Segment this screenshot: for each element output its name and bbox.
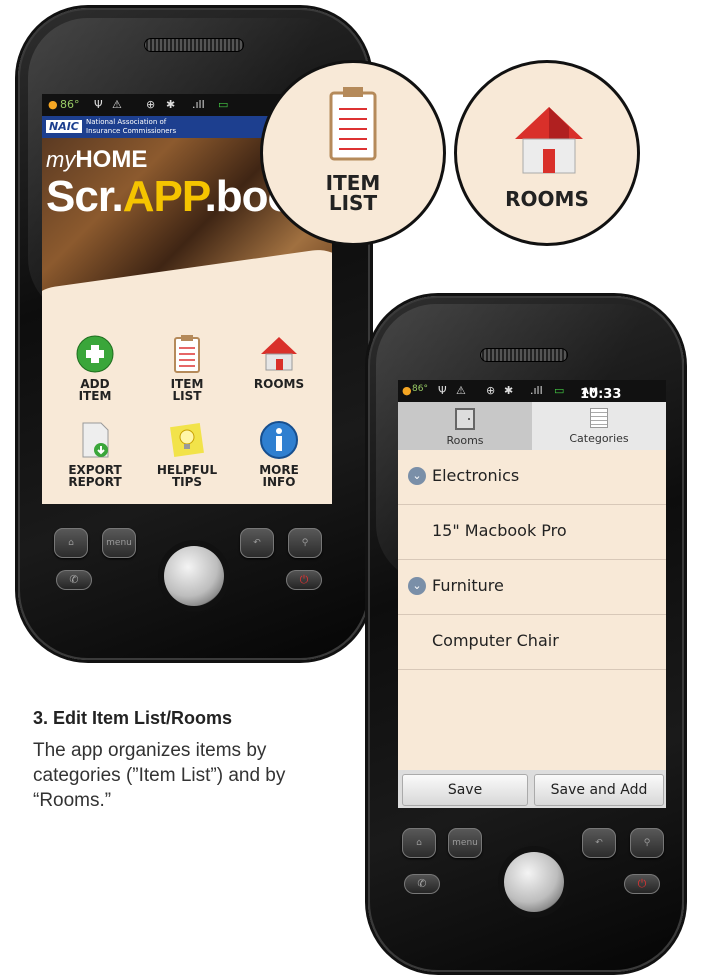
item-list-label2: LIST (172, 389, 202, 403)
signal-icon: .ıll (530, 384, 543, 397)
tab-rooms[interactable]: Rooms (398, 402, 532, 450)
bluetooth-icon: ✱ (504, 384, 514, 397)
tab-categories-label: Categories (569, 432, 629, 445)
clipboard-icon (325, 85, 381, 167)
item-row-macbook[interactable]: 15" Macbook Pro (398, 505, 666, 560)
add-icon (75, 334, 115, 374)
back-hw-button[interactable]: ↶ (582, 828, 616, 858)
category-row-furniture[interactable]: ⌄ Furniture (398, 560, 666, 615)
speaker-grille (480, 348, 568, 362)
phone-2-screen: ● 86° Ψ ⚠ ⊕ ✱ .ıll ▭ 10:33 AM Rooms Categ… (398, 380, 666, 808)
usb-icon: Ψ (94, 98, 103, 111)
chevron-down-icon: ⌄ (408, 467, 426, 485)
caption-title: 3. Edit Item List/Rooms (33, 708, 233, 728)
caption-body: The app organizes items by categories (”… (33, 740, 286, 811)
list-icon (590, 408, 608, 428)
search-hw-button[interactable]: ⚲ (288, 528, 322, 558)
bubble-item-label2: LIST (328, 191, 378, 215)
add-item-label2: ITEM (78, 389, 112, 403)
battery-icon: ▭ (218, 98, 229, 111)
bubble-item-label1: ITEM (325, 171, 381, 195)
call-hw-button[interactable]: ✆ (56, 570, 92, 590)
more-info-tile[interactable]: MORE INFO (244, 420, 314, 488)
gps-icon: ⊕ (486, 384, 496, 397)
end-call-hw-button[interactable]: ⏻ (286, 570, 322, 590)
status-bar: ● 86° Ψ ⚠ ⊕ ✱ .ıll ▭ 10:33 AM (398, 380, 666, 402)
chevron-down-icon: ⌄ (408, 577, 426, 595)
action-button-bar: Save Save and Add (398, 770, 666, 808)
hero-home: HOME (75, 146, 148, 173)
back-hw-button[interactable]: ↶ (240, 528, 274, 558)
menu-hw-button[interactable]: menu (448, 828, 482, 858)
end-call-hw-button[interactable]: ⏻ (624, 874, 660, 894)
notification-icon: ● (48, 98, 58, 111)
row-label: Electronics (432, 466, 520, 485)
info-label2: INFO (262, 475, 296, 489)
door-icon (455, 408, 475, 430)
item-list-tile[interactable]: ITEM LIST (152, 334, 222, 402)
warning-icon: ⚠ (456, 384, 466, 397)
export-document-icon (75, 420, 115, 460)
hero-my: my (46, 147, 76, 172)
item-list-bubble: ITEM LIST (260, 60, 446, 246)
item-row-computer-chair[interactable]: Computer Chair (398, 615, 666, 670)
naic-name-line2: Insurance Commissioners (86, 127, 177, 135)
bluetooth-icon: ✱ (166, 98, 176, 111)
phone-2: ● 86° Ψ ⚠ ⊕ ✱ .ıll ▭ 10:33 AM Rooms Categ… (368, 296, 684, 972)
speaker-grille (144, 38, 244, 52)
status-ampm: AM (582, 387, 598, 397)
info-icon (259, 420, 299, 460)
lightbulb-note-icon (167, 420, 207, 460)
home-hw-button[interactable]: ⌂ (54, 528, 88, 558)
naic-logo: NAIC (46, 120, 82, 133)
add-item-tile[interactable]: ADD ITEM (60, 334, 130, 402)
row-label: Furniture (432, 576, 504, 595)
save-and-add-button[interactable]: Save and Add (534, 774, 664, 806)
trackball[interactable] (164, 546, 224, 606)
tab-categories[interactable]: Categories (532, 402, 666, 450)
bubble-rooms-label: ROOMS (505, 187, 589, 211)
tab-bar: Rooms Categories (398, 402, 666, 450)
house-icon (509, 105, 585, 179)
save-button[interactable]: Save (402, 774, 528, 806)
home-hw-button[interactable]: ⌂ (402, 828, 436, 858)
warning-icon: ⚠ (112, 98, 122, 111)
usb-icon: Ψ (438, 384, 447, 397)
hero-app: APP (122, 172, 206, 221)
status-temp: 86° (60, 98, 80, 111)
tab-rooms-label: Rooms (446, 434, 484, 447)
menu-hw-button[interactable]: menu (102, 528, 136, 558)
battery-icon: ▭ (554, 384, 565, 397)
export-report-tile[interactable]: EXPORT REPORT (60, 420, 130, 488)
trackball[interactable] (504, 852, 564, 912)
tips-label2: TIPS (171, 475, 203, 489)
rooms-tile[interactable]: ROOMS (244, 334, 314, 390)
status-temp: 86° (412, 384, 428, 394)
search-hw-button[interactable]: ⚲ (630, 828, 664, 858)
clipboard-icon (167, 334, 207, 374)
notification-icon: ● (402, 384, 412, 397)
call-hw-button[interactable]: ✆ (404, 874, 440, 894)
rooms-bubble: ROOMS (454, 60, 640, 246)
row-label: Computer Chair (432, 631, 559, 650)
signal-icon: .ıll (192, 98, 205, 111)
row-label: 15" Macbook Pro (432, 521, 567, 540)
house-icon (259, 334, 299, 374)
category-row-electronics[interactable]: ⌄ Electronics (398, 450, 666, 505)
gps-icon: ⊕ (146, 98, 156, 111)
helpful-tips-tile[interactable]: HELPFUL TIPS (152, 420, 222, 488)
rooms-label1: ROOMS (253, 377, 305, 391)
export-label2: REPORT (68, 475, 122, 489)
hero-scr: Scr. (46, 172, 124, 221)
naic-name-line1: National Association of (86, 118, 167, 126)
